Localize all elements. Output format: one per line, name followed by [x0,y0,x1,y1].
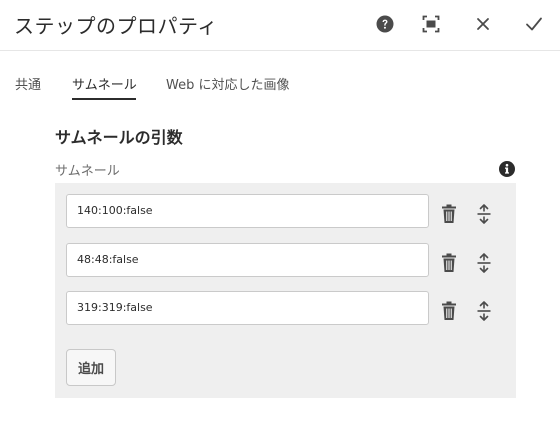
help-button[interactable] [373,12,397,36]
add-button[interactable]: 追加 [66,349,116,386]
reorder-handle-icon[interactable] [476,253,492,273]
done-button[interactable] [522,12,546,36]
thumbnails-multifield: 追加 [55,183,516,398]
trash-icon[interactable] [440,253,458,273]
tab-web-enabled-image[interactable]: Web に対応した画像 [166,74,289,93]
tab-thumbnails[interactable]: サムネール [72,74,137,93]
close-icon [477,18,489,30]
thumbnail-value-input[interactable] [66,291,429,325]
active-tab-indicator [72,98,136,100]
fullscreen-icon [422,15,440,33]
info-icon[interactable] [498,160,516,178]
dialog-title: ステップのプロパティ [14,14,218,38]
dialog-header: ステップのプロパティ [0,0,560,51]
thumbnails-field-label: サムネール [55,164,120,179]
fullscreen-button[interactable] [419,12,443,36]
thumbnail-value-input[interactable] [66,194,429,228]
trash-icon[interactable] [440,301,458,321]
reorder-handle-icon[interactable] [476,301,492,321]
section-heading: サムネールの引数 [55,128,183,147]
tab-common[interactable]: 共通 [15,74,41,93]
reorder-handle-icon[interactable] [476,204,492,224]
checkmark-icon [526,17,542,31]
help-icon [376,15,394,33]
close-button[interactable] [471,12,495,36]
thumbnail-value-input[interactable] [66,243,429,277]
trash-icon[interactable] [440,204,458,224]
